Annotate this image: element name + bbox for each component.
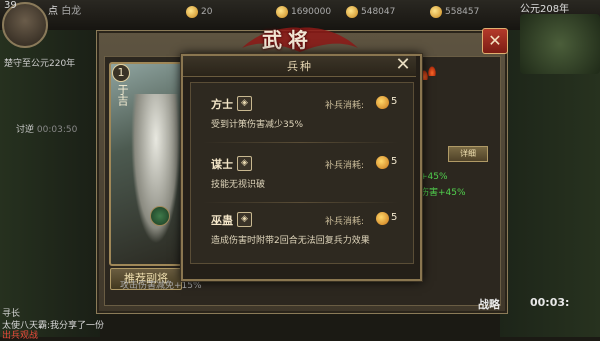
dialog-title: 兵种	[287, 60, 313, 73]
era-label: 公元208年	[520, 4, 570, 15]
fire-icon	[428, 66, 436, 76]
troop-name: 巫蛊	[211, 214, 233, 227]
coin-icon	[376, 212, 389, 225]
stat-bonus-1: +45%	[420, 172, 448, 182]
troop-class-icon: ◈	[237, 156, 252, 171]
troop-item: 巫蛊 ◈ 补兵消耗: 5 造成伤害时附带2回合无法回复兵力效果	[193, 202, 409, 260]
card-general-name: 于吉	[116, 84, 129, 106]
left-scene	[0, 30, 100, 337]
troop-item: 谋士 ◈ 补兵消耗: 5 技能无视识破	[193, 146, 409, 204]
coin-icon	[376, 156, 389, 169]
dialog-close-button[interactable]: ✕	[392, 55, 414, 75]
cost-label: 补兵消耗:	[325, 101, 365, 111]
minimap[interactable]	[520, 14, 600, 74]
troop-desc: 造成伤害时附带2回合无法回复兵力效果	[211, 236, 370, 246]
player-name: 点 白龙	[48, 6, 82, 17]
right-scene	[500, 30, 600, 337]
panel-title: 武将	[262, 28, 314, 52]
chat-link[interactable]: 出兵观战	[2, 328, 38, 341]
stat-bonus-2: 伤害+45%	[420, 188, 466, 198]
troop-class-icon: ◈	[237, 212, 252, 227]
troop-name: 谋士	[211, 158, 233, 171]
cost-value: 5	[391, 156, 398, 167]
cost-label: 补兵消耗:	[325, 161, 365, 171]
coin-icon	[376, 96, 389, 109]
cost-label: 补兵消耗:	[325, 217, 365, 227]
detail-tag[interactable]: 详细	[448, 146, 488, 162]
troop-name: 方士	[211, 98, 233, 111]
resource-4: 558457	[430, 4, 479, 20]
cost-value: 5	[391, 212, 398, 223]
coin-icon	[346, 6, 358, 18]
card-rank-badge: 1	[112, 64, 130, 82]
cost-value: 5	[391, 96, 398, 107]
coin-icon	[186, 6, 198, 18]
resource-1: 20	[186, 4, 212, 20]
troop-desc: 技能无视识破	[211, 180, 266, 190]
side-city-text: 楚守至公元220年	[4, 59, 76, 69]
coin-icon	[430, 6, 442, 18]
coin-icon	[276, 6, 288, 18]
troop-item: 方士 ◈ 补兵消耗: 5 受到计策伤害减少35%	[193, 86, 409, 144]
battle-timer: 00:03:	[530, 296, 570, 309]
player-level: 39	[4, 0, 17, 11]
equipment-slot-icon[interactable]	[150, 206, 170, 226]
resource-3: 548047	[346, 4, 395, 20]
close-button[interactable]: ✕	[482, 28, 508, 54]
troop-desc: 受到计策伤害减少35%	[211, 120, 304, 130]
resource-2: 1690000	[276, 4, 331, 20]
battle-label: 战略	[478, 298, 500, 311]
troop-class-icon: ◈	[237, 96, 252, 111]
divider	[203, 142, 399, 143]
side-quest[interactable]: 讨逆 00:03:50	[16, 122, 77, 135]
